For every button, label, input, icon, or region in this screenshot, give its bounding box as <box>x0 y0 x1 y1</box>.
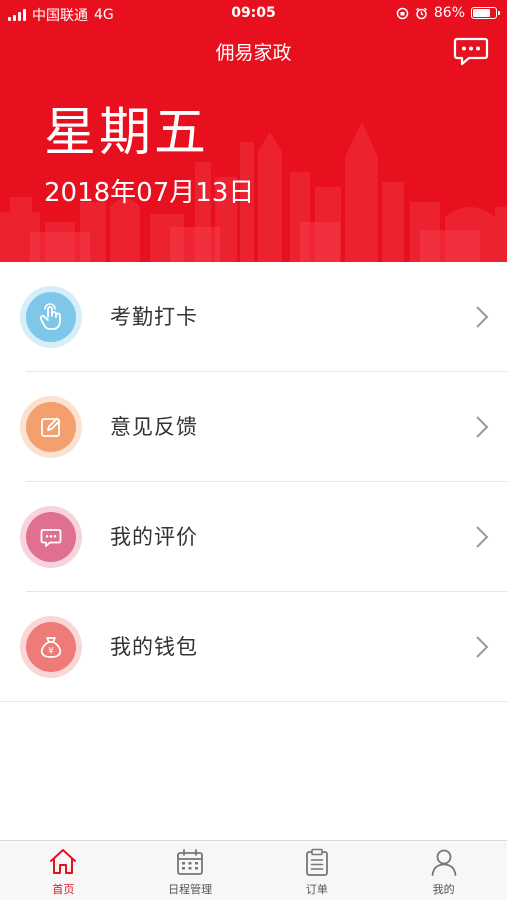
date-text: 2018年07月13日 <box>44 178 255 208</box>
edit-icon <box>26 402 76 452</box>
chevron-right-icon <box>476 636 489 658</box>
chevron-right-icon <box>476 306 489 328</box>
menu-item-feedback[interactable]: 意见反馈 <box>0 372 507 482</box>
tab-schedule[interactable]: 日程管理 <box>127 841 254 900</box>
tab-label: 首页 <box>52 883 75 896</box>
home-icon <box>50 849 77 874</box>
svg-text:¥: ¥ <box>48 647 54 657</box>
header-banner: 中国联通 4G 09:05 86% 佣易家政 星期五 2018年07月13日 <box>0 0 507 262</box>
menu-item-reviews[interactable]: 我的评价 <box>0 482 507 592</box>
tab-label: 订单 <box>305 883 328 896</box>
comment-icon <box>26 512 76 562</box>
menu-item-label: 意见反馈 <box>110 415 198 439</box>
tab-orders[interactable]: 订单 <box>254 841 381 900</box>
tab-label: 我的 <box>432 883 455 896</box>
menu-item-attendance[interactable]: 考勤打卡 <box>0 262 507 372</box>
battery-percent: 86% <box>433 5 465 21</box>
orientation-lock-icon <box>396 7 409 19</box>
tab-profile[interactable]: 我的 <box>380 841 507 900</box>
touch-icon <box>26 292 76 342</box>
calendar-icon <box>177 849 204 875</box>
chevron-right-icon <box>476 416 489 438</box>
menu-list: 考勤打卡 意见反馈 我的评价 ¥ 我的钱包 <box>0 262 507 702</box>
menu-item-label: 我的评价 <box>110 525 198 549</box>
user-icon <box>431 849 457 876</box>
app-title: 佣易家政 <box>215 42 292 64</box>
menu-item-wallet[interactable]: ¥ 我的钱包 <box>0 592 507 702</box>
status-bar: 中国联通 4G 09:05 86% <box>0 0 507 28</box>
battery-icon <box>471 7 500 19</box>
menu-item-label: 我的钱包 <box>110 635 198 659</box>
message-icon[interactable] <box>453 36 489 66</box>
tab-home[interactable]: 首页 <box>0 841 127 900</box>
clipboard-icon <box>305 848 328 876</box>
chevron-right-icon <box>476 526 489 548</box>
tab-label: 日程管理 <box>168 883 213 896</box>
tab-bar: 首页 日程管理 订单 我的 <box>0 840 507 900</box>
menu-item-label: 考勤打卡 <box>110 305 198 329</box>
alarm-icon <box>415 7 427 19</box>
money-bag-icon: ¥ <box>26 622 76 672</box>
weekday-text: 星期五 <box>44 103 210 163</box>
